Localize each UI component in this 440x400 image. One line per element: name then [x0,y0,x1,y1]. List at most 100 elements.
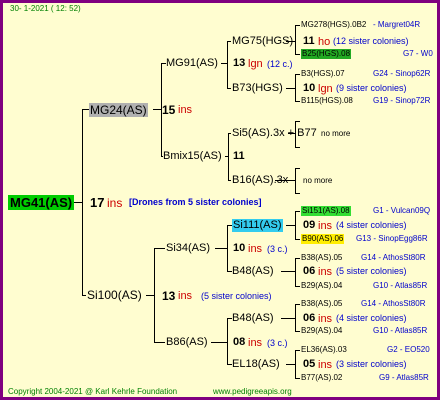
connector [228,133,229,180]
root-number: 17 [90,195,105,210]
mg278-origin: - Margret04R [373,20,421,29]
b115-origin: G19 - Sinop72R [373,96,431,105]
si34-note: (3 c.) [267,244,288,254]
connector [295,74,296,101]
queen-mg91[interactable]: MG91(AS) [166,58,218,69]
connector [227,88,231,89]
queen-si100[interactable]: Si100(AS) [87,289,142,301]
queen-b90[interactable]: B90(AS).06 [301,234,345,244]
connector [295,331,300,332]
queen-b25[interactable]: B25(HGS).08 [301,49,352,59]
connector [227,225,228,271]
connector [146,295,154,296]
queen-si34[interactable]: Si34(AS) [166,243,210,254]
b90-origin: G13 - SinopEgg86R [356,234,428,243]
pedigree-frame: 30- 1-2021 ( 12: 52) Copyright 2004-2021… [0,0,440,400]
connector [295,304,300,305]
si151-origin: G1 - Vulcan09Q [373,206,431,215]
website-link[interactable]: www.pedigreeapis.org [213,388,292,396]
queen-si151[interactable]: Si151(AS).08 [301,206,351,216]
connector [286,225,295,226]
root-ins: ins [107,196,123,210]
connector [154,248,165,249]
b3-origin: G24 - Sinop62R [373,69,431,78]
queen-b73[interactable]: B73(HGS) [232,83,283,94]
si100-note: (5 sister colonies) [201,291,272,301]
mg75-note: (12 sister colonies) [333,36,409,46]
connector [227,41,231,42]
connector [211,342,227,343]
queen-b16[interactable]: B16(AS).3x [232,175,288,186]
connector [295,54,300,55]
mg75-ins: ho [318,36,331,48]
b73-note: (9 sister colonies) [336,83,407,93]
queen-b48-si34[interactable]: B48(AS) [232,266,274,277]
mg91-ins: lgn [248,58,263,70]
b16-no-more: no more [303,176,333,185]
queen-si5[interactable]: Si5(AS).3x + B77 [232,128,317,139]
b25-origin: G7 - W0 [403,49,433,58]
queen-b115[interactable]: B115(HGS).08 [301,97,353,105]
report-date: 30- 1-2021 ( 12: 52) [10,4,81,13]
b48b-number: 06 [303,312,316,324]
queen-b3[interactable]: B3(HGS).07 [301,70,345,78]
connector [295,286,300,287]
el18-ins: ins [318,359,333,371]
connector [215,248,227,249]
si100-ins: ins [178,290,193,302]
queen-b38-b[interactable]: B38(AS).05 [301,300,342,308]
b38a-origin: G14 - AthosSt80R [361,253,426,262]
connector [295,378,300,379]
queen-mg278[interactable]: MG278(HGS).0B2 [301,21,366,29]
connector [295,168,296,193]
queen-mg24[interactable]: MG24(AS) [89,103,148,117]
root-queen[interactable]: MG41(AS) [8,195,75,210]
connector [295,74,300,75]
connector [295,350,300,351]
b29b-origin: G10 - Atlas85R [373,326,428,335]
connector [295,211,300,212]
connector [281,318,295,319]
b86-number: 08 [233,336,246,348]
b38b-origin: G14 - AthosSt80R [361,299,426,308]
mg24-ins: ins [178,104,193,116]
b48a-note: (5 sister colonies) [336,266,407,276]
connector [153,109,161,110]
queen-b29-a[interactable]: B29(AS).04 [301,282,342,290]
b48a-number: 06 [303,265,316,277]
queen-si111[interactable]: Si111(AS) [232,219,283,232]
queen-mg75[interactable]: MG75(HGS) [232,36,293,47]
connector [295,121,300,122]
connector [295,25,300,26]
queen-b38-a[interactable]: B38(AS).05 [301,254,342,262]
el36-origin: G2 - EO520 [387,345,430,354]
queen-b48-b86[interactable]: B48(AS) [232,313,274,324]
connector [82,295,86,296]
copyright: Copyright 2004-2021 @ Karl Kehrle Founda… [8,387,178,396]
connector [227,318,228,364]
b86-ins: ins [248,337,263,349]
connector [295,147,300,148]
b29a-origin: G10 - Atlas85R [373,281,428,290]
queen-b29-b[interactable]: B29(AS).04 [301,327,342,335]
queen-el18[interactable]: EL18(AS) [232,359,280,370]
queen-b86[interactable]: B86(AS) [166,337,208,348]
queen-el36[interactable]: EL36(AS).03 [301,346,347,354]
mg91-number: 13 [233,57,246,69]
queen-b77[interactable]: B77(AS).02 [301,374,342,382]
si5-no-more: no more [321,129,351,138]
si34-ins: ins [248,243,263,255]
connector [295,350,296,378]
b48b-ins: ins [318,313,333,325]
queen-bmix15[interactable]: Bmix15(AS) [163,151,222,162]
el18-number: 05 [303,358,316,370]
b73-ins: lgn [318,83,333,95]
connector [295,239,300,240]
connector [82,109,89,110]
b77-origin: G9 - Atlas85R [379,373,429,382]
bmix15-number: 11 [233,150,245,162]
connector [295,304,296,331]
si111-number: 09 [303,219,316,231]
connector [286,364,295,365]
mg75-number: 11 [303,35,315,47]
